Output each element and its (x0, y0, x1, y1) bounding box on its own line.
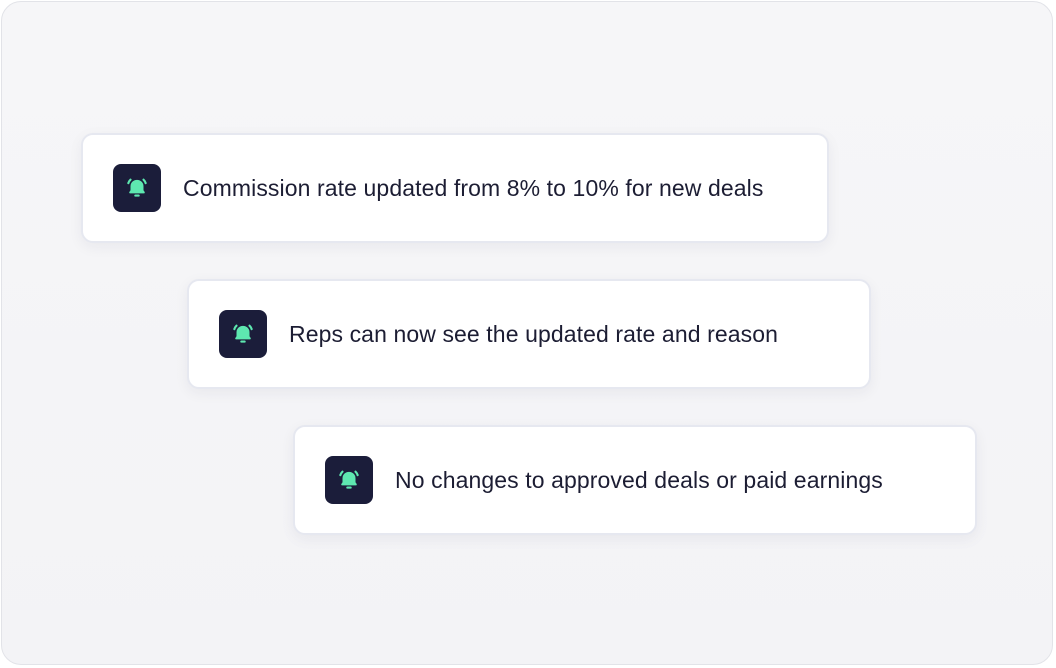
notification-panel: Commission rate updated from 8% to 10% f… (1, 1, 1053, 665)
notification-icon-tile (113, 164, 161, 212)
notification-card[interactable]: Commission rate updated from 8% to 10% f… (81, 133, 829, 243)
notification-icon-tile (219, 310, 267, 358)
notification-text: No changes to approved deals or paid ear… (395, 466, 883, 493)
notification-card[interactable]: Reps can now see the updated rate and re… (187, 279, 871, 389)
bell-ringing-icon (127, 178, 147, 197)
notification-icon-tile (325, 456, 373, 504)
bell-ringing-icon (233, 324, 253, 343)
notification-card[interactable]: No changes to approved deals or paid ear… (293, 425, 977, 535)
notification-text: Commission rate updated from 8% to 10% f… (183, 174, 764, 201)
notification-text: Reps can now see the updated rate and re… (289, 320, 779, 347)
bell-ringing-icon (339, 470, 359, 489)
